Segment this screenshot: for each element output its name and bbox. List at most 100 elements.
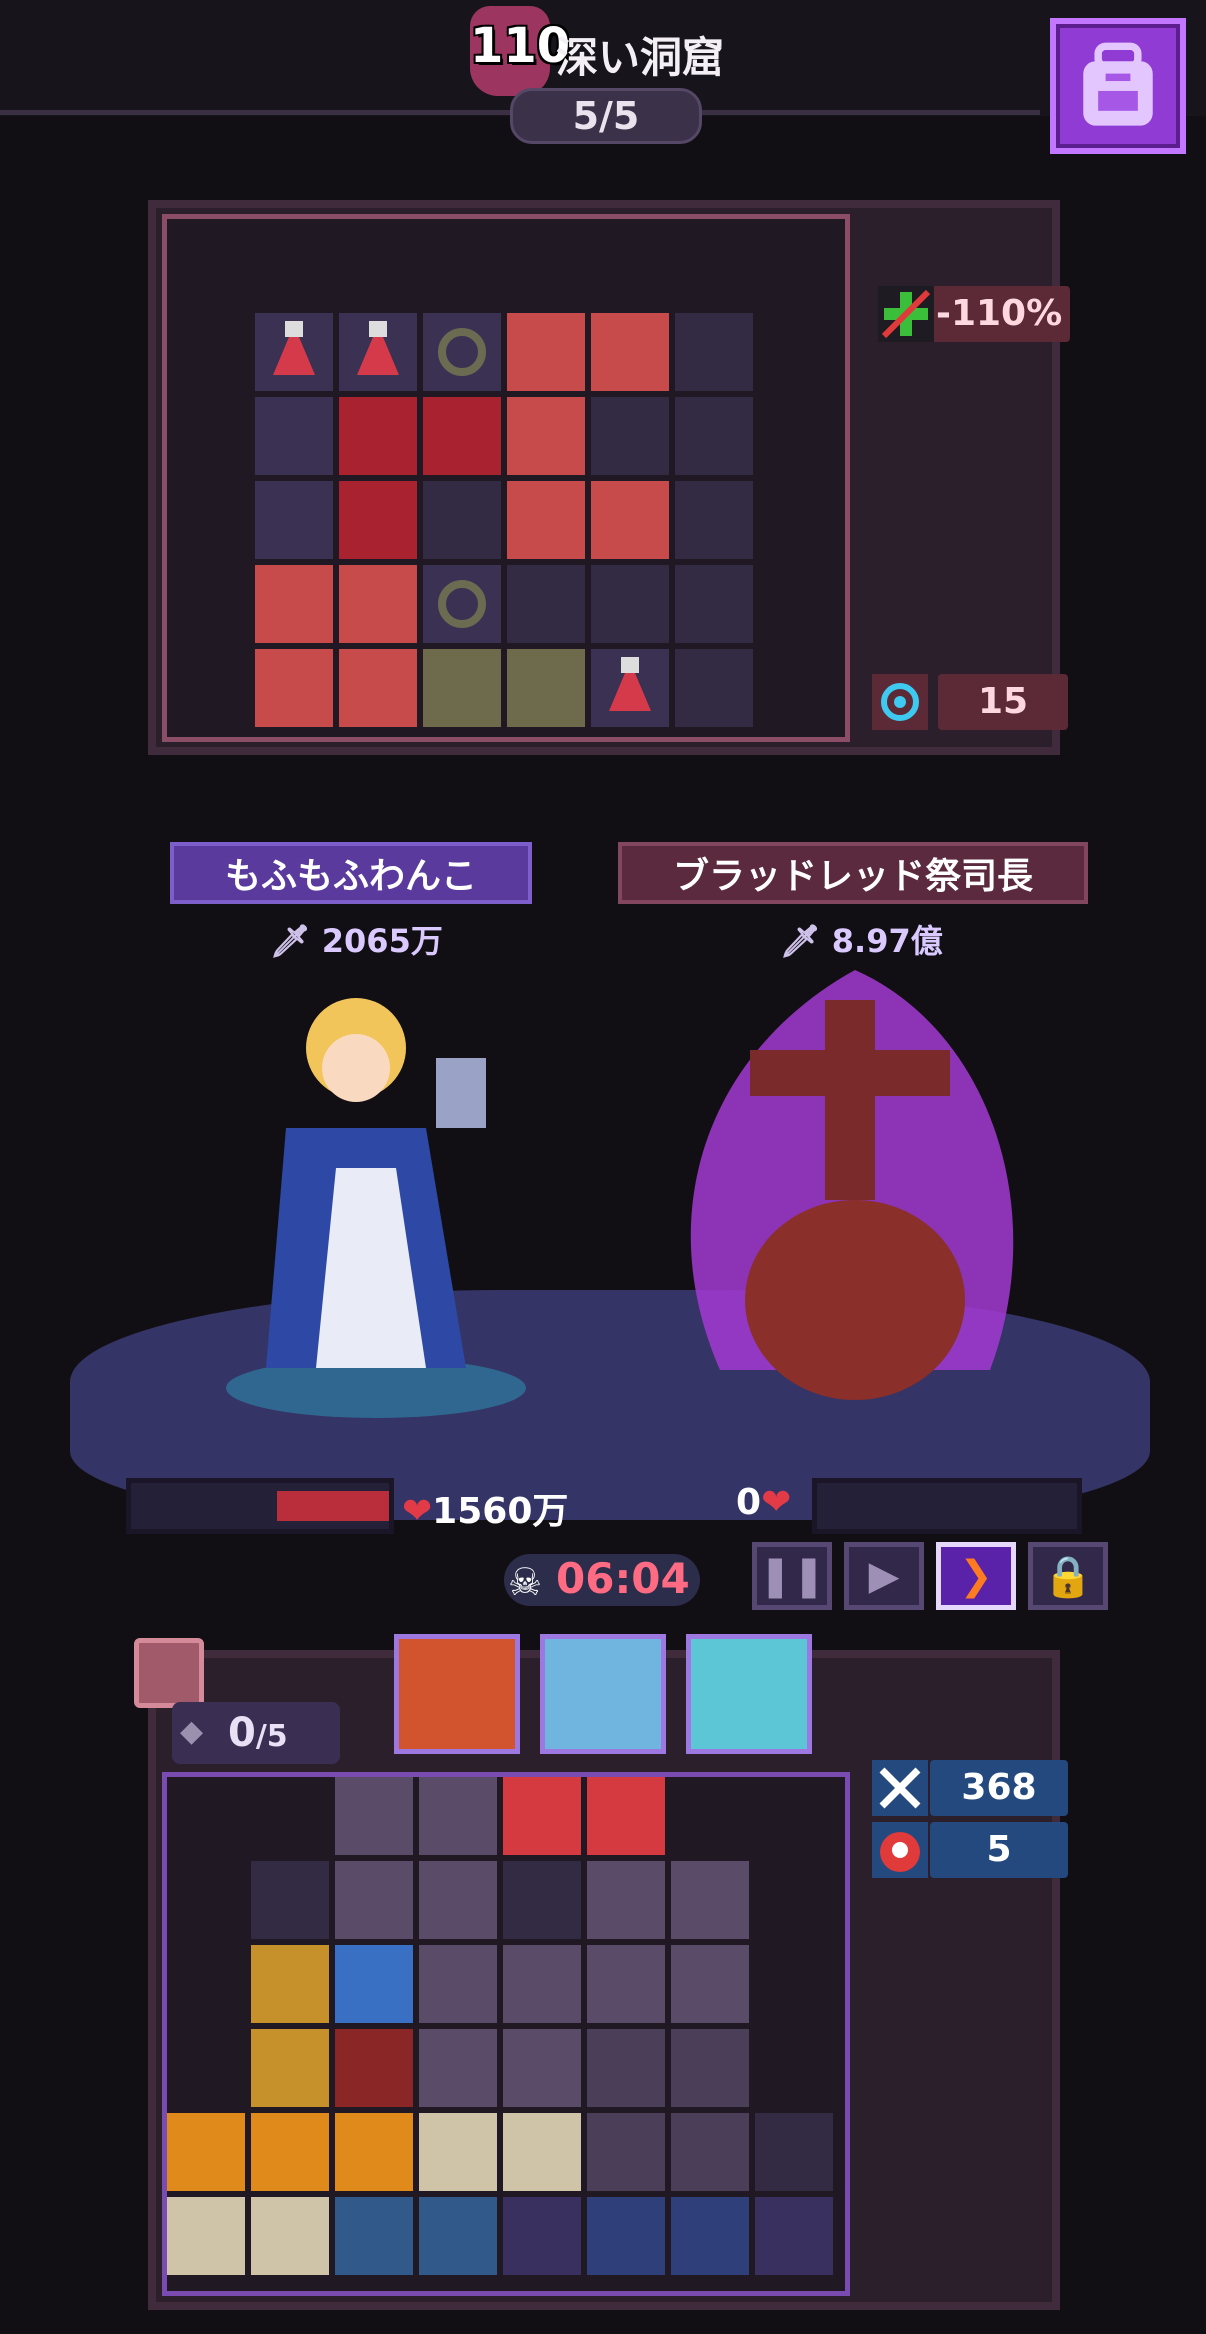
potion-icon[interactable] [591, 649, 669, 727]
spike-icon[interactable] [755, 2113, 833, 2191]
stage-progress: 5/5 [510, 88, 702, 144]
enemy-grid-cells [255, 313, 753, 727]
empty-slot[interactable] [675, 313, 753, 391]
menu-list-icon[interactable] [134, 1638, 204, 1708]
spellbook-icon [339, 565, 417, 643]
sparkle-icon[interactable] [503, 2197, 581, 2275]
stage-name: 深い洞窟 [556, 33, 725, 82]
spellbook-icon [339, 649, 417, 727]
spellbook-icon[interactable] [255, 565, 333, 643]
bone-sword-icon[interactable] [419, 2113, 497, 2191]
player-power: 🗡 2065万 [270, 922, 443, 960]
companion-dragon-slot[interactable] [394, 1634, 520, 1754]
empty-slot[interactable] [167, 1945, 245, 2023]
empty-slot[interactable] [167, 1861, 245, 1939]
red-cloak-icon[interactable] [339, 397, 417, 475]
red-cloak-icon [339, 481, 417, 559]
player-inventory-grid [162, 1772, 850, 2296]
bone-sword-icon[interactable] [167, 2197, 245, 2275]
potion-icon[interactable] [339, 313, 417, 391]
player-hp-fill [276, 1491, 389, 1521]
armor-icon [671, 1945, 749, 2023]
empty-slot[interactable] [755, 2029, 833, 2107]
red-cloak-icon [423, 397, 501, 475]
helmet-icon[interactable] [335, 2029, 413, 2107]
enemy-hp-bar [812, 1478, 1082, 1534]
empty-slot[interactable] [507, 565, 585, 643]
empty-slot[interactable] [675, 565, 753, 643]
empty-slot[interactable] [591, 397, 669, 475]
crystal-icon[interactable] [755, 2197, 833, 2275]
chandelier-icon [251, 2029, 329, 2107]
companion-crystal-slot[interactable] [540, 1634, 666, 1754]
potion-bar-icon[interactable] [503, 1777, 581, 1855]
spellbook-icon[interactable] [507, 481, 585, 559]
empty-slot[interactable] [675, 649, 753, 727]
bone-sword-icon [251, 2197, 329, 2275]
fish-icon[interactable] [335, 2197, 413, 2275]
heart-icon: ❤ [402, 1491, 433, 1532]
play-button[interactable]: ▶ [844, 1542, 924, 1610]
armor-icon[interactable] [587, 2029, 665, 2107]
armor-icon[interactable] [419, 1945, 497, 2023]
spellbook-icon [507, 397, 585, 475]
play-icon: ▶ [868, 1553, 900, 1599]
armor-icon [671, 2029, 749, 2107]
herb-icon[interactable] [255, 397, 333, 475]
bone-sword-icon [503, 2113, 581, 2191]
ring-icon[interactable] [423, 313, 501, 391]
empty-slot[interactable] [755, 1861, 833, 1939]
gauntlet-icon[interactable] [335, 1945, 413, 2023]
potion-icon[interactable] [255, 313, 333, 391]
pause-button[interactable]: ❚❚ [752, 1542, 832, 1610]
defense-stat: 5 [930, 1822, 1068, 1878]
attack-stat: 368 [930, 1760, 1068, 1816]
heal-modifier: -110% [920, 286, 1070, 342]
bone-icon [507, 649, 585, 727]
empty-slot[interactable] [755, 1945, 833, 2023]
herb-icon [255, 481, 333, 559]
empty-slot[interactable] [675, 481, 753, 559]
player-name: もふもふわんこ [170, 842, 532, 904]
spellbook-icon[interactable] [507, 313, 585, 391]
empty-slot[interactable] [167, 2029, 245, 2107]
empty-slot[interactable] [755, 1777, 833, 1855]
companion-slime-slot[interactable] [686, 1634, 812, 1754]
lock-button[interactable]: 🔒 [1028, 1542, 1108, 1610]
player-hp: ❤1560万 [402, 1491, 569, 1532]
enemy-character [630, 950, 1080, 1430]
potion-bar-icon [587, 1777, 665, 1855]
empty-slot[interactable] [167, 1777, 245, 1855]
backpack-button[interactable] [1050, 18, 1186, 154]
armor-icon [587, 1945, 665, 2023]
horn-icon [671, 2197, 749, 2275]
armor-icon[interactable] [587, 1861, 665, 1939]
armor-icon [503, 2029, 581, 2107]
bottle-icon[interactable] [503, 1861, 581, 1939]
fast-forward-button[interactable]: ❯ [936, 1542, 1016, 1610]
chandelier-icon[interactable] [251, 1945, 329, 2023]
sword-icon: 🗡 [270, 922, 311, 960]
empty-slot[interactable] [251, 1777, 329, 1855]
chandelier-icon [167, 2113, 245, 2191]
horn-icon[interactable] [587, 2197, 665, 2275]
spellbook-icon [591, 481, 669, 559]
armor-icon [503, 1945, 581, 2023]
armor-icon [419, 1861, 497, 1939]
empty-slot[interactable] [675, 397, 753, 475]
armor-icon [419, 1777, 497, 1855]
backpack-icon [1083, 42, 1153, 126]
heal-block-icon [878, 286, 934, 342]
bone-icon[interactable] [423, 649, 501, 727]
spike-icon[interactable] [251, 1861, 329, 1939]
ring-icon[interactable] [423, 565, 501, 643]
armor-icon[interactable] [335, 1777, 413, 1855]
empty-slot[interactable] [423, 481, 501, 559]
empty-slot[interactable] [591, 565, 669, 643]
fish-icon [419, 2197, 497, 2275]
empty-slot[interactable] [671, 1777, 749, 1855]
armor-icon [587, 2113, 665, 2191]
player-hp-bar [126, 1478, 394, 1534]
enemy-hp: 0❤ [736, 1482, 792, 1523]
player-character [206, 988, 536, 1428]
